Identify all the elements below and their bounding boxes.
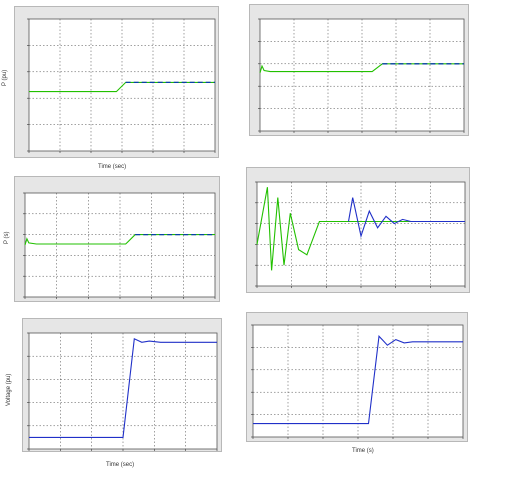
- x-axis-label-6: Time (s): [352, 448, 374, 454]
- x-axis-label-1: Time (sec): [98, 164, 127, 170]
- chart-6: [251, 324, 464, 439]
- scope-panel-6: [246, 312, 468, 442]
- chart-2: [258, 18, 465, 133]
- chart-5: [27, 332, 218, 451]
- scope-panel-4: [246, 167, 470, 293]
- scope-panel-5: [22, 318, 222, 452]
- y-axis-label-1: P (pu): [2, 69, 8, 86]
- scope-panel-3: [14, 176, 220, 302]
- chart-1: [27, 18, 216, 153]
- x-axis-label-5: Time (sec): [106, 462, 135, 468]
- y-axis-label-3: P (s): [4, 231, 10, 244]
- scope-panel-1: [14, 6, 219, 158]
- y-axis-label-5: Voltage (pu): [6, 373, 12, 406]
- chart-4: [255, 181, 466, 288]
- scope-panel-2: [249, 4, 469, 136]
- chart-3: [23, 192, 216, 299]
